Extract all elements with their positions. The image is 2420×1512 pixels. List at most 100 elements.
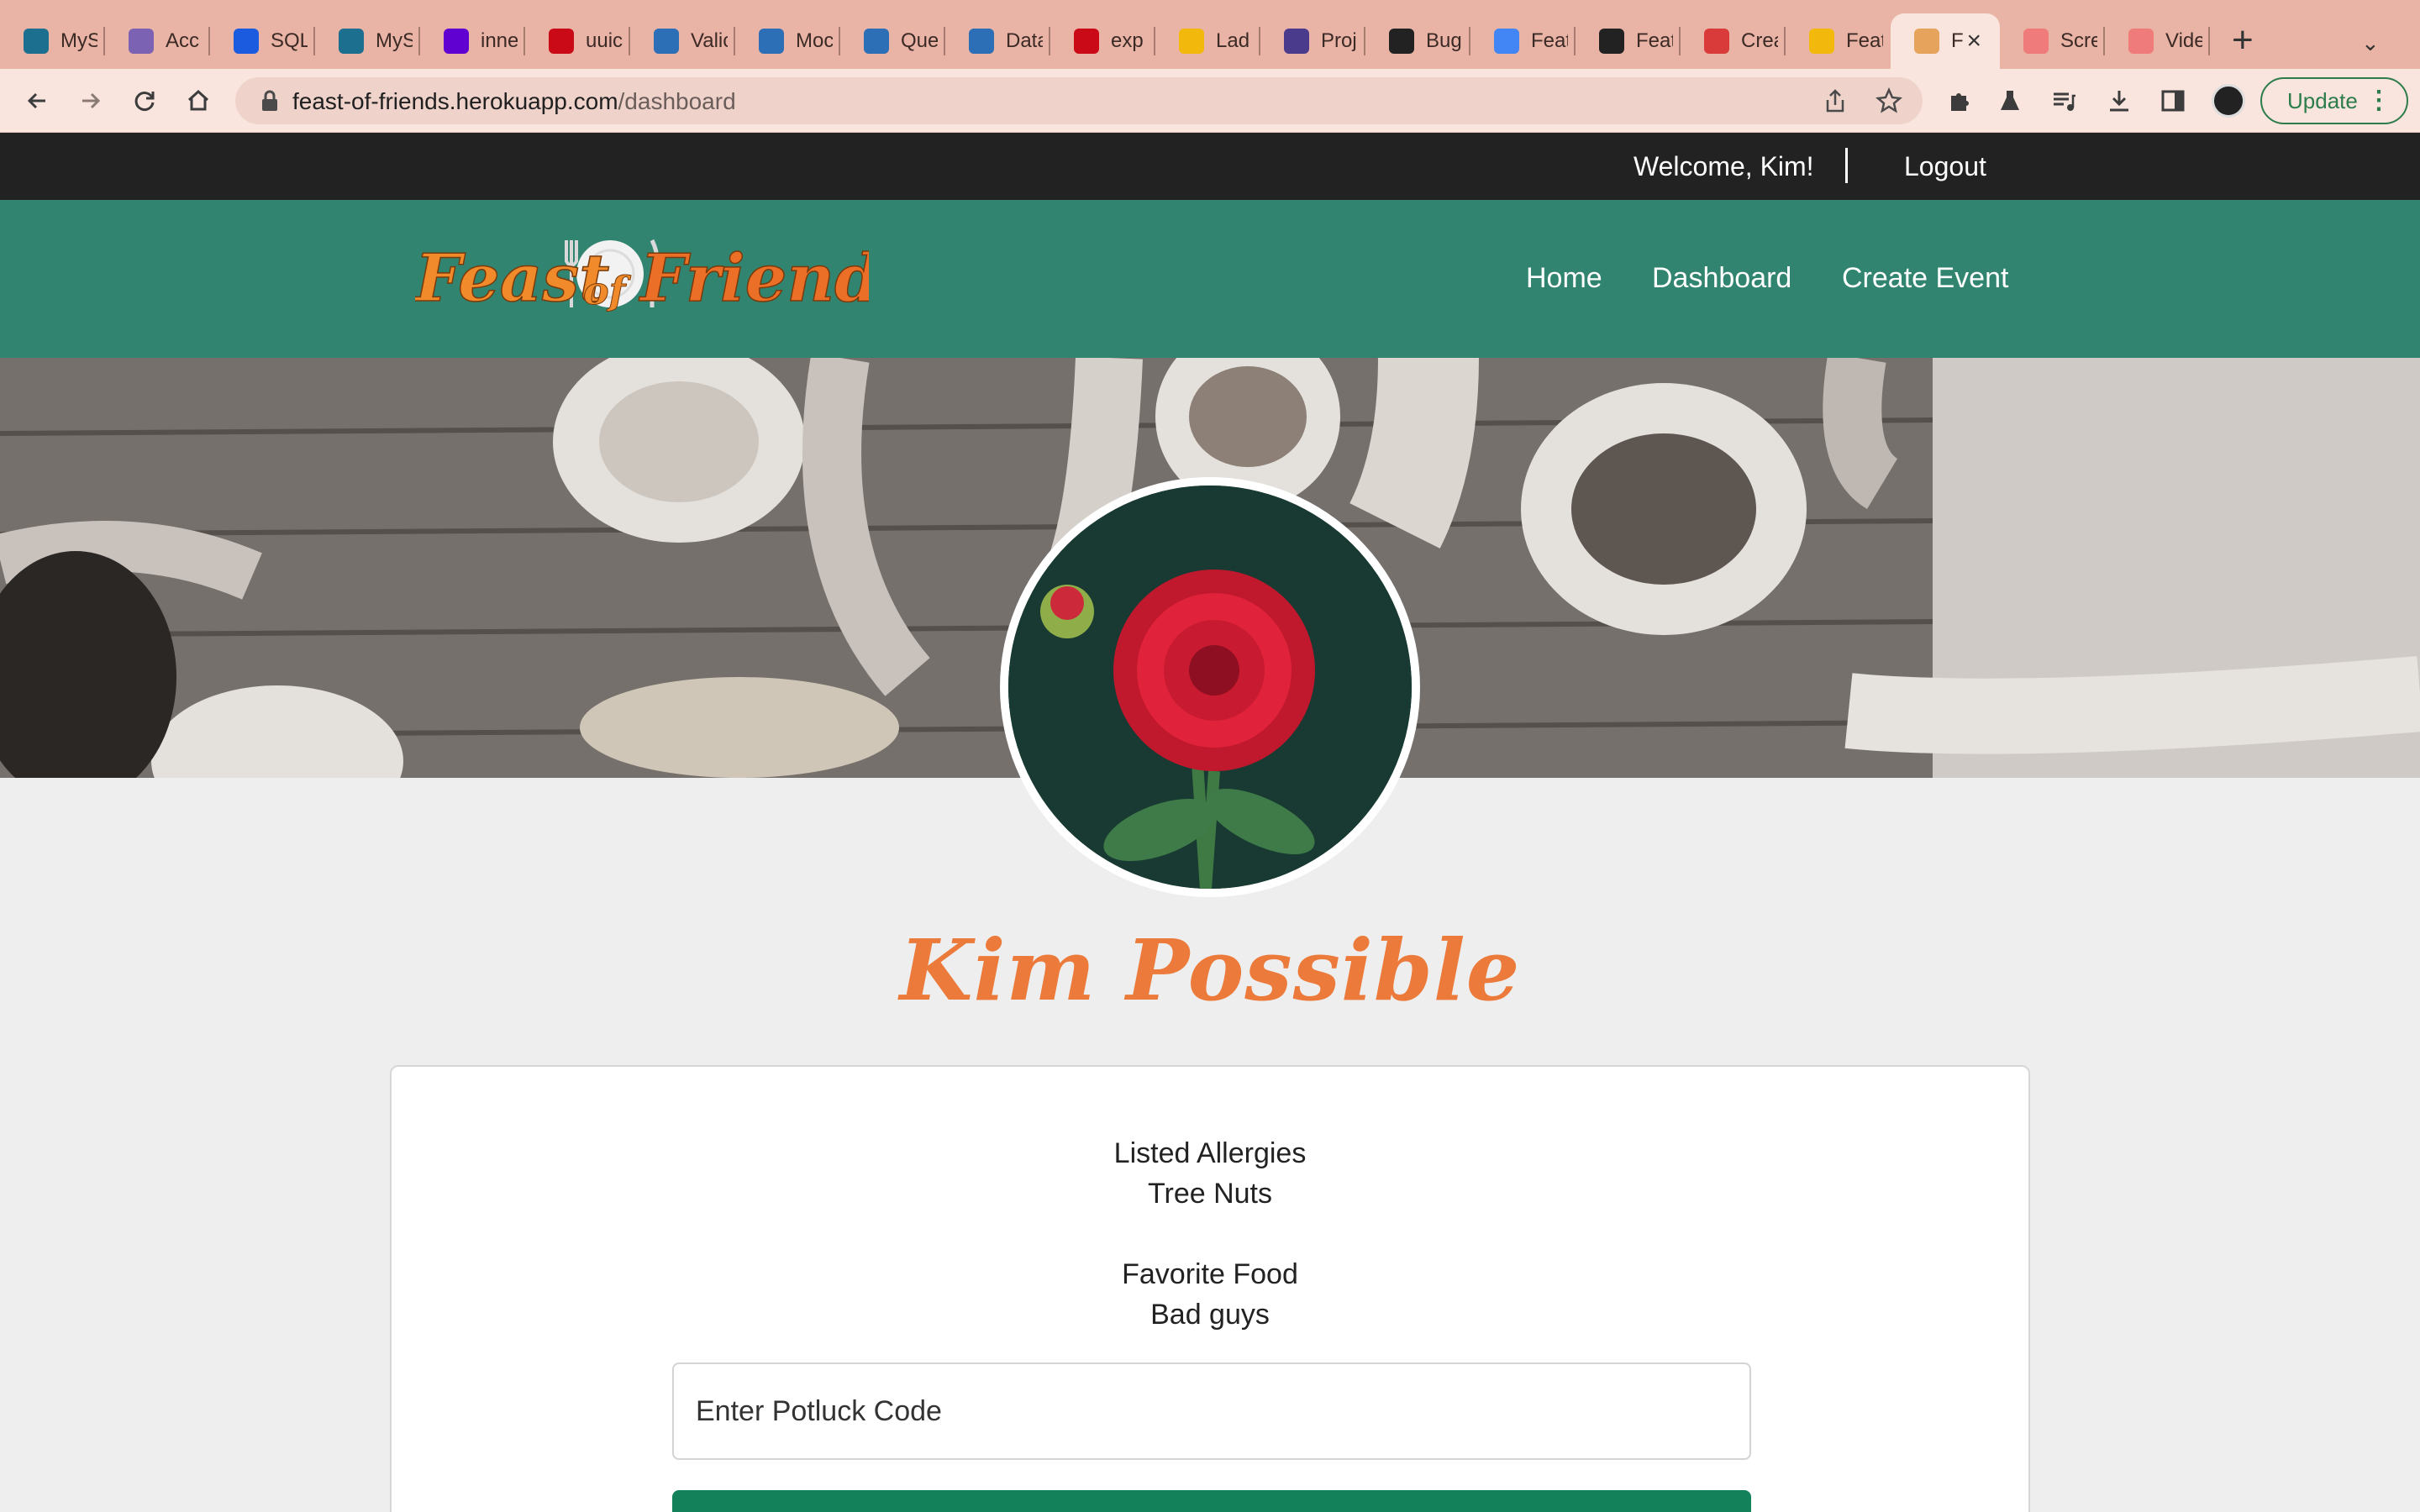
github-icon	[1389, 29, 1414, 54]
tab-title: Scre	[2060, 29, 2097, 52]
browser-toolbar: feast-of-friends.herokuapp.com/dashboard…	[0, 69, 2420, 133]
tab-title: MyS	[376, 29, 413, 52]
tab-title: Que	[901, 29, 938, 52]
mysql-icon	[24, 29, 49, 54]
nav-create-event-link[interactable]: Create Event	[1842, 262, 2008, 295]
slides-icon	[1809, 29, 1834, 54]
tab-title: Valic	[691, 29, 728, 52]
cube-icon	[969, 29, 994, 54]
browser-tab[interactable]: Moc	[735, 13, 840, 69]
user-topbar: Welcome, Kim! Logout	[0, 133, 2420, 200]
browser-tab[interactable]: Data	[945, 13, 1050, 69]
favorite-food-value: Bad guys	[1150, 1299, 1270, 1331]
address-bar[interactable]: feast-of-friends.herokuapp.com/dashboard	[235, 77, 1923, 124]
tab-title: Crea	[1741, 29, 1778, 52]
record-icon	[2023, 29, 2049, 54]
lock-icon	[260, 89, 279, 117]
close-tab-icon[interactable]: ×	[1966, 29, 1981, 54]
tab-title: Feat	[1531, 29, 1568, 52]
tab-title: Feat	[1846, 29, 1883, 52]
browser-tab[interactable]: uuic	[525, 13, 630, 69]
globe-icon	[1599, 29, 1624, 54]
browser-tab[interactable]: Scre	[2000, 13, 2105, 69]
browser-tab[interactable]: Valic	[630, 13, 735, 69]
browser-tab[interactable]: Bug	[1365, 13, 1470, 69]
update-button[interactable]: Update ⋮	[2260, 77, 2408, 124]
media-queue-icon[interactable]	[2044, 81, 2084, 121]
cube-icon	[654, 29, 679, 54]
forward-icon[interactable]	[71, 81, 111, 121]
browser-tab[interactable]: exp	[1050, 13, 1155, 69]
browser-tab[interactable]: Que	[840, 13, 945, 69]
browser-tab-strip: MyS Acc SQL MyS inne uuic Valic Moc Que Data exp La…	[0, 0, 2420, 69]
browser-tab[interactable]: Feat	[1786, 13, 1891, 69]
browser-tab[interactable]: Feat	[1470, 13, 1576, 69]
extensions-puzzle-icon[interactable]	[1939, 81, 1980, 121]
allergies-value: Tree Nuts	[1147, 1178, 1272, 1210]
profile-name: Kim Possible	[899, 921, 1521, 1020]
favorite-food-label: Favorite Food	[1122, 1258, 1298, 1290]
browser-tab[interactable]: Proj	[1260, 13, 1365, 69]
dahlia-flower-icon	[1008, 486, 1412, 889]
web-page: Welcome, Kim! Logout Feast of Friends Ho…	[0, 133, 2420, 1512]
topbar-divider	[1845, 148, 1848, 183]
record-icon	[2128, 29, 2154, 54]
browser-tab[interactable]: MyS	[315, 13, 420, 69]
feast-icon	[1914, 29, 1939, 54]
browser-tab[interactable]: Crea	[1681, 13, 1786, 69]
new-tab-button[interactable]: +	[2232, 22, 2254, 59]
logo-word-of: of	[583, 268, 632, 313]
feast-of-friends-logo[interactable]: Feast of Friends	[413, 223, 918, 333]
lab-flask-icon[interactable]	[1990, 81, 2030, 121]
home-icon[interactable]	[178, 81, 218, 121]
tab-title: Vide	[2165, 29, 2202, 52]
tab-search-chevron-icon[interactable]: ⌄	[2361, 30, 2380, 56]
tab-title: uuic	[586, 29, 623, 52]
browser-tab[interactable]: F ×	[1891, 13, 2000, 69]
browser-tab[interactable]: MyS	[0, 13, 105, 69]
url-text: feast-of-friends.herokuapp.com/dashboard	[292, 88, 736, 115]
tab-title: Proj	[1321, 29, 1357, 52]
profile-card: Listed Allergies Tree Nuts Favorite Food…	[390, 1065, 2030, 1512]
nav-home-link[interactable]: Home	[1526, 262, 1602, 295]
url-path: /dashboard	[618, 88, 736, 114]
profile-avatar	[1000, 477, 1420, 897]
cube-icon	[759, 29, 784, 54]
dot-icon	[234, 29, 259, 54]
browser-tab[interactable]: inne	[420, 13, 525, 69]
update-label: Update	[2287, 87, 2358, 113]
browser-tab[interactable]: SQL	[210, 13, 315, 69]
tab-title: Feat	[1636, 29, 1673, 52]
tab-title: inne	[481, 29, 518, 52]
reload-icon[interactable]	[124, 81, 165, 121]
logo-word-feast: Feast	[415, 240, 609, 317]
tab-title: exp	[1111, 29, 1144, 52]
share-icon[interactable]	[1815, 81, 1855, 121]
profile-avatar-icon[interactable]	[2212, 84, 2245, 118]
download-icon[interactable]	[2099, 81, 2139, 121]
cube-icon	[864, 29, 889, 54]
side-panel-icon[interactable]	[2153, 81, 2193, 121]
notion-n-icon	[1284, 29, 1309, 54]
welcome-text: Welcome, Kim!	[1634, 151, 1814, 181]
tab-title: Bug	[1426, 29, 1462, 52]
potluck-code-input[interactable]	[672, 1362, 1751, 1460]
tab-title: Moc	[796, 29, 833, 52]
browser-tab[interactable]: Lad	[1155, 13, 1260, 69]
url-domain: feast-of-friends.herokuapp.com	[292, 88, 618, 114]
tab-title: Lad	[1216, 29, 1250, 52]
submit-code-button[interactable]	[672, 1490, 1751, 1512]
more-vert-icon: ⋮	[2366, 87, 2391, 114]
nav-dashboard-link[interactable]: Dashboard	[1652, 262, 1791, 295]
bookmark-star-icon[interactable]	[1869, 81, 1909, 121]
slides-icon	[1179, 29, 1204, 54]
swoosh-icon	[1704, 29, 1729, 54]
browser-tab[interactable]: Acc	[105, 13, 210, 69]
logout-link[interactable]: Logout	[1904, 151, 1986, 182]
npm-icon	[1074, 29, 1099, 54]
tab-title: Data	[1006, 29, 1043, 52]
back-icon[interactable]	[17, 81, 57, 121]
browser-tab[interactable]: Vide	[2105, 13, 2210, 69]
browser-tab[interactable]: Feat	[1576, 13, 1681, 69]
main-navbar: Feast of Friends Home Dashboard Create E…	[0, 200, 2420, 358]
